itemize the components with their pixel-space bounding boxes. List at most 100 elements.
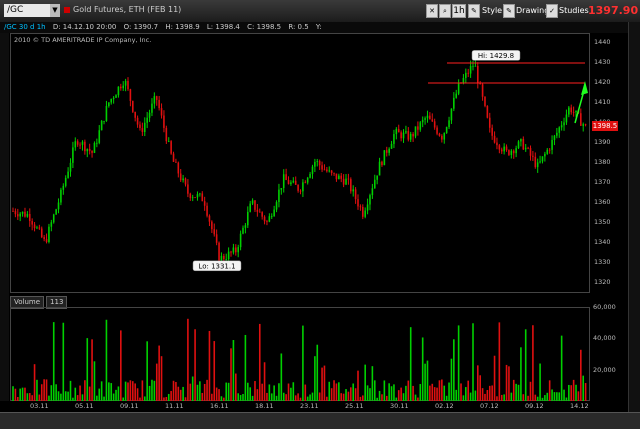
candle-body <box>393 134 395 144</box>
candle-body <box>294 180 297 185</box>
studies-icon[interactable]: ✓ <box>546 4 558 18</box>
candle-body <box>177 162 180 174</box>
candle-body <box>38 227 41 229</box>
volume-bar <box>486 390 489 401</box>
candle-body <box>249 203 251 212</box>
left-strip <box>0 33 9 401</box>
volume-bar <box>275 395 278 401</box>
volume-bar <box>414 394 417 401</box>
candle-body <box>395 128 398 135</box>
volume-bar <box>160 356 163 401</box>
candle-body <box>465 72 467 78</box>
candle-body <box>568 107 570 115</box>
volume-bar <box>129 380 132 401</box>
crosshair-icon[interactable]: ✕ <box>426 4 438 18</box>
candle-body <box>268 216 271 222</box>
candle-body <box>443 132 446 140</box>
candle-body <box>105 105 108 121</box>
lo-label: Lo: 1331.1 <box>192 260 242 272</box>
volume-bar <box>429 385 431 401</box>
y-readout: Y: <box>315 23 322 31</box>
time-tick-label: 02.12 <box>435 402 454 410</box>
style-icon[interactable]: ✎ <box>468 4 480 18</box>
candle-body <box>69 162 72 172</box>
price-axis: 1320133013401350136013701380139014001410… <box>591 33 625 293</box>
candle-body <box>62 185 65 190</box>
volume-bar <box>302 325 304 401</box>
volume-bar <box>364 364 366 401</box>
symbol-dropdown-icon[interactable]: ▼ <box>50 4 60 17</box>
volume-bar <box>443 385 446 401</box>
candle-body <box>151 103 153 113</box>
volume-bar <box>491 385 493 401</box>
candle-body <box>76 141 79 145</box>
volume-bar <box>326 396 328 401</box>
candle-body <box>239 233 242 248</box>
candle-body <box>88 148 91 151</box>
volume-bar <box>350 387 352 401</box>
candle-body <box>580 113 582 126</box>
studies-button[interactable]: Studies <box>559 4 589 18</box>
candle-body <box>378 161 381 176</box>
candle-body <box>287 180 290 185</box>
style-button[interactable]: Style <box>482 4 502 18</box>
candle-body <box>199 193 201 195</box>
interval-button[interactable]: 1h <box>452 4 466 18</box>
volume-bar <box>270 393 273 401</box>
drawings-icon[interactable]: ✎ <box>503 4 515 18</box>
volume-bar <box>304 384 307 401</box>
candle-body <box>345 178 347 185</box>
symbol-input[interactable]: /GC <box>4 4 56 17</box>
time-tick-label: 18.11 <box>255 402 274 410</box>
candle-body <box>424 118 426 120</box>
volume-bar <box>249 387 251 401</box>
candle-body <box>218 242 220 261</box>
volume-bar <box>472 323 474 401</box>
candle-body <box>220 255 223 261</box>
volume-bar <box>412 385 414 401</box>
flag-icon[interactable] <box>64 7 70 13</box>
volume-bar <box>467 380 470 401</box>
candle-body <box>388 148 390 153</box>
time-tick-label: 23.11 <box>300 402 319 410</box>
candle-body <box>302 182 304 192</box>
time-axis: 03.11 05.11 09.11 11.11 16.11 18.11 23.11 25.11… <box>10 402 590 412</box>
volume-bar <box>577 391 580 401</box>
candle-body <box>275 202 278 210</box>
candle-body <box>548 149 551 151</box>
candle-body <box>112 97 115 99</box>
candle-body <box>536 162 539 168</box>
candle-body <box>335 173 338 180</box>
candle-body <box>129 89 132 101</box>
volume-bar <box>74 387 77 401</box>
candle-body <box>520 138 522 142</box>
candle-body <box>448 120 450 128</box>
price-tick-label: 1350 <box>594 218 611 226</box>
candle-body <box>12 211 14 212</box>
price-tick-label: 1440 <box>594 38 611 46</box>
price-tick-label: 1330 <box>594 258 611 266</box>
zoom-icon[interactable]: ⌕ <box>439 4 451 18</box>
candle-body <box>215 234 218 243</box>
volume-bar <box>493 355 496 401</box>
candle-body <box>33 224 36 229</box>
volume-bar <box>208 330 211 401</box>
volume-bar <box>45 379 48 401</box>
chart-scrollbar[interactable] <box>0 412 640 429</box>
volume-bar <box>376 397 378 401</box>
volume-bar <box>86 338 89 401</box>
volume-bar <box>522 394 525 401</box>
volume-bar <box>187 318 189 401</box>
volume-bar <box>21 387 24 401</box>
candle-body <box>330 170 333 173</box>
volume-bar <box>143 396 146 401</box>
candle-body <box>136 117 139 125</box>
volume-bar <box>108 382 110 401</box>
volume-bar <box>196 384 199 401</box>
volume-bar <box>512 379 515 401</box>
candle-body <box>311 166 314 174</box>
candle-body <box>167 141 170 142</box>
right-scroll-strip[interactable] <box>628 22 640 412</box>
candle-body <box>529 148 532 156</box>
candle-body <box>266 221 268 223</box>
